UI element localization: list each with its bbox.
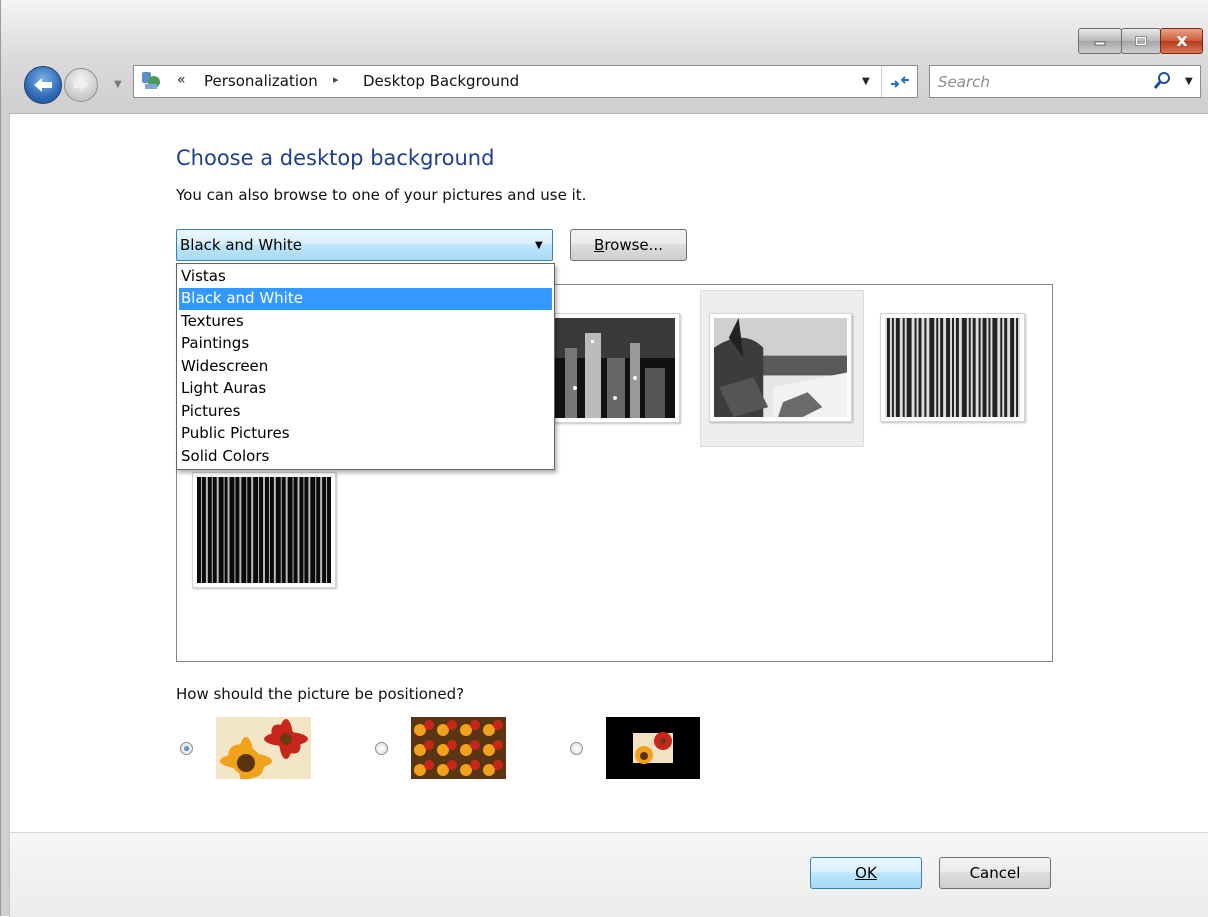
breadcrumb-personalization[interactable]: Personalization [204,72,318,90]
browse-button-label: Browse... [594,236,663,254]
position-fit-preview[interactable] [216,717,311,779]
recent-pages-dropdown[interactable]: ▼ [114,79,122,90]
center-flower-image [606,717,700,779]
ok-button-label: OK [855,864,877,882]
maximize-icon [1135,36,1147,46]
position-center-radio[interactable] [570,742,583,755]
position-question-label: How should the picture be positioned? [176,685,465,703]
dropdown-option-widescreen[interactable]: Widescreen [179,356,552,378]
refresh-button[interactable] [881,66,918,97]
wallpaper-thumbnail[interactable] [880,313,1025,422]
breadcrumb-separator[interactable]: ▸ [333,73,339,86]
wallpaper-thumbnail[interactable] [540,313,680,423]
lake-landscape-image [714,318,847,417]
position-center-preview[interactable] [606,717,700,779]
dropdown-option-pictures[interactable]: Pictures [179,401,552,423]
back-arrow-icon [34,78,52,92]
search-options-dropdown[interactable]: ▼ [1185,76,1193,87]
close-button[interactable] [1160,28,1203,54]
chevron-down-icon[interactable]: ▼ [535,240,543,251]
cancel-button-label: Cancel [969,864,1021,882]
dropdown-option-public-pictures[interactable]: Public Pictures [179,423,552,445]
position-tile-preview[interactable] [411,717,506,779]
address-dropdown-button[interactable]: ▼ [862,76,870,87]
refresh-icon [891,75,909,88]
dropdown-option-solid-colors[interactable]: Solid Colors [179,446,552,468]
close-icon [1176,36,1187,46]
position-fit-radio[interactable] [180,742,193,755]
dropdown-option-paintings[interactable]: Paintings [179,333,552,355]
striped-pattern-image [885,318,1020,417]
ok-button[interactable]: OK [810,857,922,889]
breadcrumb-desktop-background[interactable]: Desktop Background [363,72,519,90]
search-icon[interactable] [1151,70,1173,92]
control-panel-icon [142,72,160,89]
forward-button[interactable] [64,68,98,102]
wallpaper-thumbnail-selected[interactable] [709,313,852,422]
city-night-image [545,318,675,418]
breadcrumb-overflow[interactable]: « [177,72,186,88]
fit-flower-image [216,717,311,779]
page-title: Choose a desktop background [176,146,495,170]
minimize-button[interactable] [1078,28,1122,54]
wallpaper-thumbnail[interactable] [192,472,336,588]
dropdown-option-light-auras[interactable]: Light Auras [179,378,552,400]
back-button[interactable] [24,66,62,104]
page-subtitle: You can also browse to one of your pictu… [176,186,587,204]
tile-flower-image [411,717,506,779]
position-tile-radio[interactable] [375,742,388,755]
search-input[interactable]: Search [938,73,990,91]
maximize-button[interactable] [1121,28,1161,54]
browse-button[interactable]: Browse... [570,229,687,261]
dropdown-option-textures[interactable]: Textures [179,311,552,333]
dropdown-option-black-and-white[interactable]: Black and White [179,288,552,310]
minimize-icon [1094,41,1106,46]
dark-striped-pattern-image [197,477,331,583]
cancel-button[interactable]: Cancel [939,857,1051,889]
picture-location-value[interactable]: Black and White [180,236,302,254]
forward-arrow-icon [74,79,88,91]
dropdown-option-vistas[interactable]: Vistas [179,266,552,288]
